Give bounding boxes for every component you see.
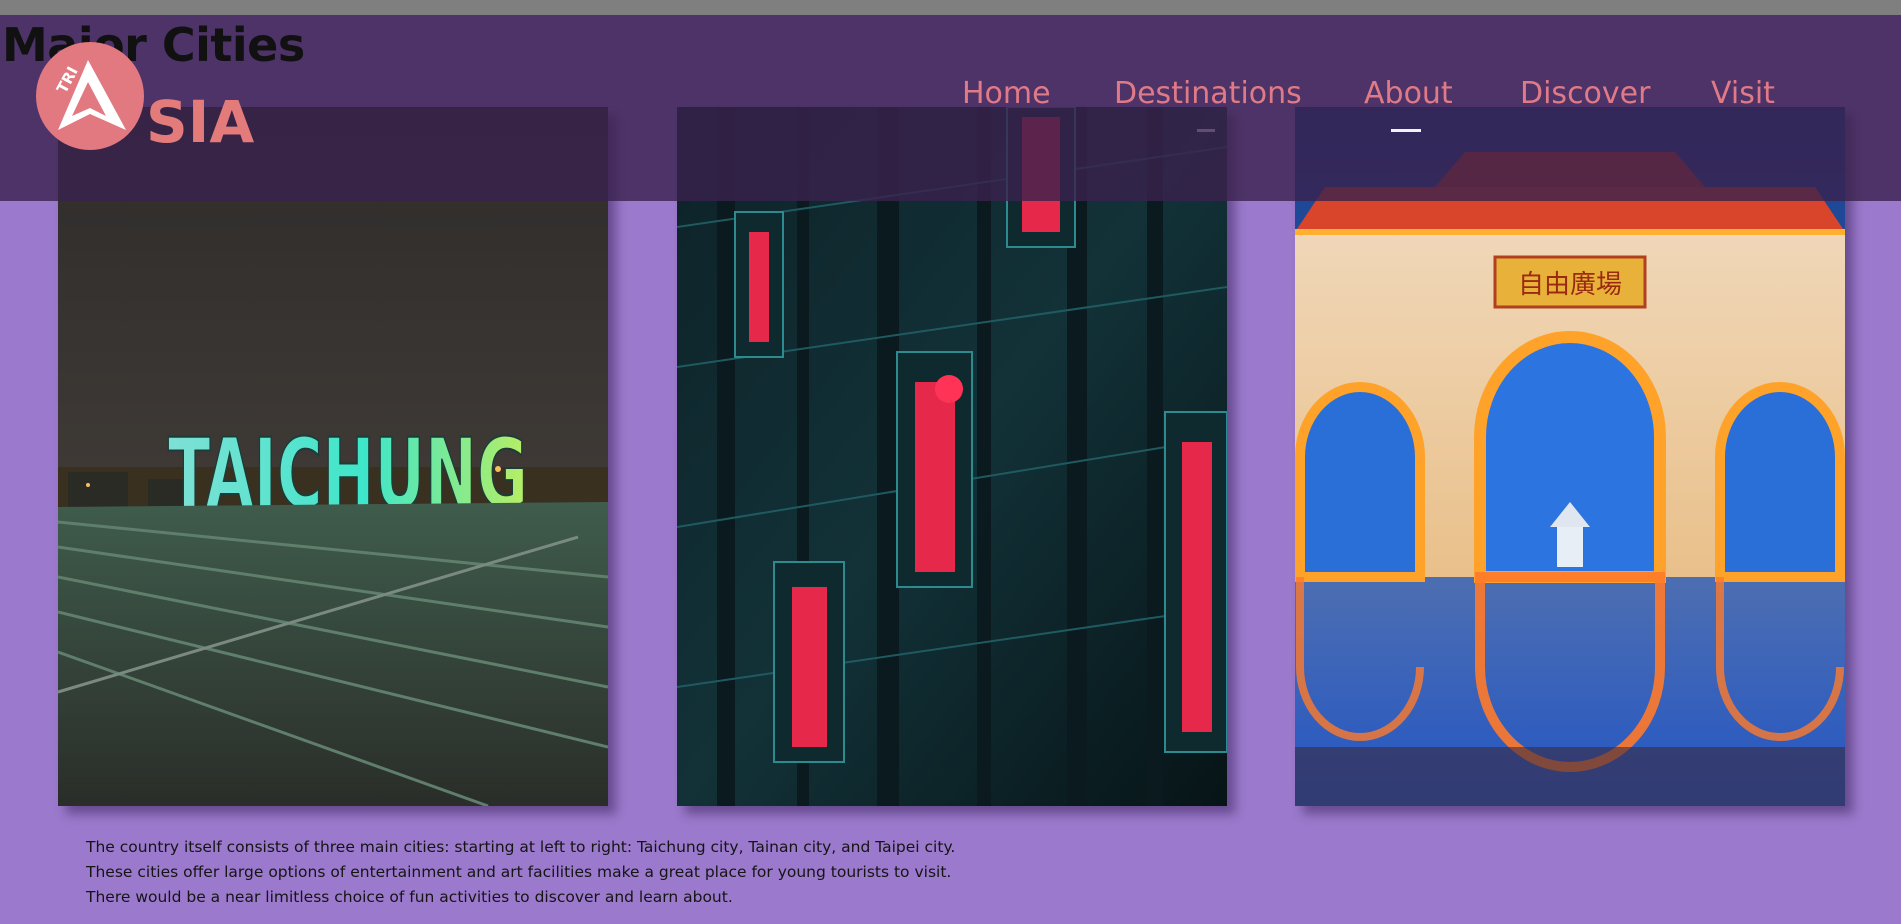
tainan-photo xyxy=(677,107,1227,806)
tainan-image xyxy=(677,107,1227,806)
taichung-image: TAICHUNG xyxy=(58,107,608,806)
nav-item-discover[interactable]: Discover xyxy=(1520,74,1650,114)
nav-item-home[interactable]: Home xyxy=(962,74,1051,114)
nav-item-about[interactable]: About xyxy=(1364,74,1453,114)
taipei-image: 自由廣場 xyxy=(1295,107,1845,806)
gate-plaque-text: 自由廣場 xyxy=(1518,270,1622,300)
taichung-photo: TAICHUNG xyxy=(58,107,608,806)
triangle-a-logo-icon: TRI xyxy=(36,42,144,150)
browser-top-strip xyxy=(0,0,1901,15)
site-logo[interactable]: TRI SIA xyxy=(36,42,276,162)
taipei-photo: 自由廣場 xyxy=(1295,107,1845,806)
nav-item-destinations[interactable]: Destinations xyxy=(1114,74,1302,114)
nav-active-indicator xyxy=(1391,129,1421,132)
logo-wordmark: SIA xyxy=(146,88,255,156)
description-line: The country itself consists of three mai… xyxy=(86,838,956,856)
description-line: There would be a near limitless choice o… xyxy=(86,888,733,906)
description-line: These cities offer large options of ente… xyxy=(86,863,952,881)
cities-description: The country itself consists of three mai… xyxy=(86,835,1086,910)
nav-item-visit[interactable]: Visit xyxy=(1711,74,1775,114)
